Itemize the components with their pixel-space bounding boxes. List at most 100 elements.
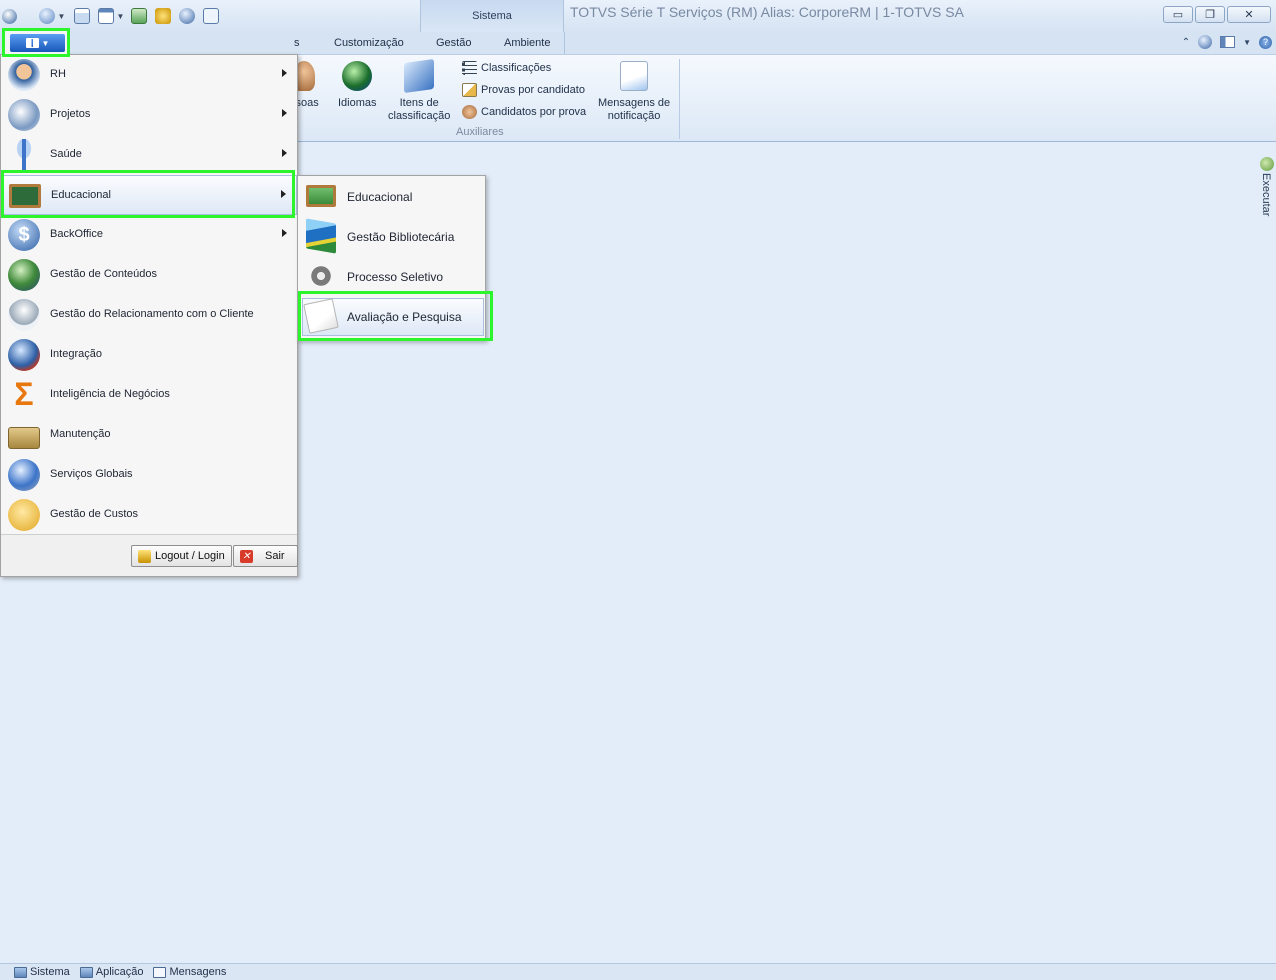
application-button-face: ▼ <box>10 34 65 52</box>
statusbar-mensagens-label: Mensagens <box>169 966 227 978</box>
menu-item-saude[interactable]: Saúde <box>1 135 297 175</box>
provas-por-candidato-button[interactable]: Provas por candidato <box>462 81 585 99</box>
list-sheet-icon <box>404 58 435 94</box>
exit-x-icon: ✕ <box>240 549 253 563</box>
menu-item-integracao[interactable]: Integração <box>1 335 297 375</box>
context-tab-header: Sistema <box>420 0 564 32</box>
statusbar-mensagens[interactable]: Mensagens <box>153 966 226 978</box>
toolbox-icon <box>8 427 40 449</box>
executar-gear-icon <box>1260 157 1274 171</box>
minimize-button[interactable]: ▭ <box>1163 6 1193 23</box>
submenu-item-label: Gestão Bibliotecária <box>347 230 455 244</box>
book-icon <box>25 38 39 48</box>
projetos-globe-icon <box>8 99 40 131</box>
gears-icon <box>306 261 336 291</box>
restore-button[interactable]: ❐ <box>1195 6 1225 23</box>
statusbar-sistema[interactable]: Sistema <box>14 966 70 978</box>
menu-item-projetos[interactable]: Projetos <box>1 95 297 135</box>
close-icon: ✕ <box>1244 9 1254 21</box>
avaliacao-pesquisa-highlight-box <box>298 291 493 341</box>
executar-label: Executar <box>1260 173 1272 217</box>
submenu-arrow-icon <box>282 109 287 117</box>
layout-icon[interactable] <box>1220 36 1236 48</box>
submenu-arrow-icon <box>282 229 287 237</box>
globe-refresh-icon[interactable] <box>39 8 55 24</box>
logout-login-button[interactable]: Logout / Login <box>131 545 232 567</box>
menu-item-rh[interactable]: RH <box>1 55 297 95</box>
conteudos-globe-icon <box>8 259 40 291</box>
submenu-item-educacional[interactable]: Educacional <box>298 176 485 216</box>
window-layout-icon[interactable] <box>98 8 114 24</box>
globe-gear-icon <box>8 459 40 491</box>
close-button[interactable]: ✕ <box>1227 6 1271 23</box>
menu-item-gestao-conteudos[interactable]: Gestão de Conteúdos <box>1 255 297 295</box>
app-orb-icon[interactable] <box>2 8 17 24</box>
submenu-item-label: Educacional <box>347 190 413 204</box>
run-icon[interactable] <box>131 8 147 24</box>
menu-item-backoffice[interactable]: $ BackOffice <box>1 215 297 255</box>
submenu-arrow-icon <box>282 149 287 157</box>
submenu-item-gestao-bibliotecaria[interactable]: Gestão Bibliotecária <box>298 216 485 256</box>
candidatos-por-prova-button[interactable]: Candidatos por prova <box>462 103 586 121</box>
menu-item-gestao-custos[interactable]: Gestão de Custos <box>1 495 297 535</box>
application-menu-button[interactable]: ▼ <box>2 28 70 57</box>
menu-item-label: Gestão de Conteúdos <box>50 268 158 280</box>
sair-label: Sair <box>265 550 285 562</box>
quick-access-toolbar: ▼ ▼ <box>2 7 219 25</box>
sair-button[interactable]: ✕ Sair <box>233 545 298 567</box>
classificacoes-button[interactable]: Classificações <box>462 59 551 77</box>
copy-windows-icon[interactable] <box>203 8 219 24</box>
menu-item-crm[interactable]: Gestão do Relacionamento com o Cliente <box>1 295 297 335</box>
tab-gestao[interactable]: Gestão <box>436 37 471 49</box>
idiomas-button[interactable]: Idiomas <box>338 61 377 110</box>
chevron-down-icon: ▼ <box>41 38 50 48</box>
statusbar-aplicacao[interactable]: Aplicação <box>79 966 144 978</box>
help-icon[interactable]: ? <box>1259 35 1272 49</box>
globe-icon[interactable] <box>179 8 195 24</box>
menu-item-label: Gestão do Relacionamento com o Cliente <box>50 308 254 320</box>
status-bar: Sistema Aplicação Mensagens <box>0 963 1276 980</box>
new-window-icon[interactable] <box>74 8 90 24</box>
menu-item-label: Integração <box>50 348 102 360</box>
collapse-ribbon-icon[interactable]: ⌃ <box>1182 37 1190 48</box>
chevron-down-icon[interactable]: ▼ <box>57 12 66 21</box>
tab-customizacao[interactable]: Customização <box>334 37 404 49</box>
window-controls: ▭ ❐ ✕ <box>1163 6 1271 23</box>
mensagens-notificacao-button[interactable]: Mensagens de notificação <box>598 61 670 123</box>
backoffice-dollar-icon: $ <box>8 219 40 251</box>
monitor-icon <box>79 966 93 978</box>
tab-ambiente[interactable]: Ambiente <box>504 37 550 49</box>
application-menu: RH Projetos Saúde Educacional $ BackOffi… <box>0 54 298 577</box>
exam-pencil-icon <box>462 83 477 97</box>
ribbon-right-tools: ⌃ ▼ ? <box>1182 35 1272 49</box>
star-tools-icon[interactable] <box>155 8 171 24</box>
restore-icon: ❐ <box>1205 9 1215 21</box>
mensagens-label-1: Mensagens de <box>598 97 671 109</box>
numbered-list-icon <box>462 61 477 75</box>
candidatos-label: Candidatos por prova <box>481 106 587 118</box>
candidates-icon <box>462 105 477 119</box>
menu-item-servicos-globais[interactable]: Serviços Globais <box>1 455 297 495</box>
ribbon-group-label: Auxiliares <box>456 126 504 138</box>
idiomas-label: Idiomas <box>338 97 377 109</box>
globe-icon[interactable] <box>1198 35 1213 49</box>
statusbar-aplicacao-label: Aplicação <box>95 966 144 978</box>
menu-item-label: BackOffice <box>50 228 103 240</box>
mensagens-label-2: notificação <box>607 110 661 122</box>
executar-side-tab[interactable]: Executar <box>1258 155 1276 219</box>
tab-pessoas-partial[interactable]: s <box>294 37 300 49</box>
chevron-down-icon[interactable]: ▼ <box>1243 38 1251 47</box>
chalkboard-icon <box>306 185 336 207</box>
logout-key-icon <box>138 549 151 563</box>
idiomas-globe-icon <box>342 61 373 91</box>
messages-icon <box>153 966 167 978</box>
itens-classificacao-button[interactable]: Itens de classificação <box>388 58 451 123</box>
chevron-down-icon[interactable]: ▼ <box>116 12 125 21</box>
title-bar: ▼ ▼ Sistema TOTVS Série T Serviços (RM) … <box>0 0 1276 32</box>
itens-label-2: classificação <box>388 110 451 122</box>
menu-item-manutencao[interactable]: Manutenção <box>1 415 297 455</box>
menu-item-inteligencia-negocios[interactable]: Σ Inteligência de Negócios <box>1 375 297 415</box>
menu-item-label: Manutenção <box>50 428 111 440</box>
submenu-item-processo-seletivo[interactable]: Processo Seletivo <box>298 256 485 296</box>
educacional-highlight-box <box>1 170 295 218</box>
